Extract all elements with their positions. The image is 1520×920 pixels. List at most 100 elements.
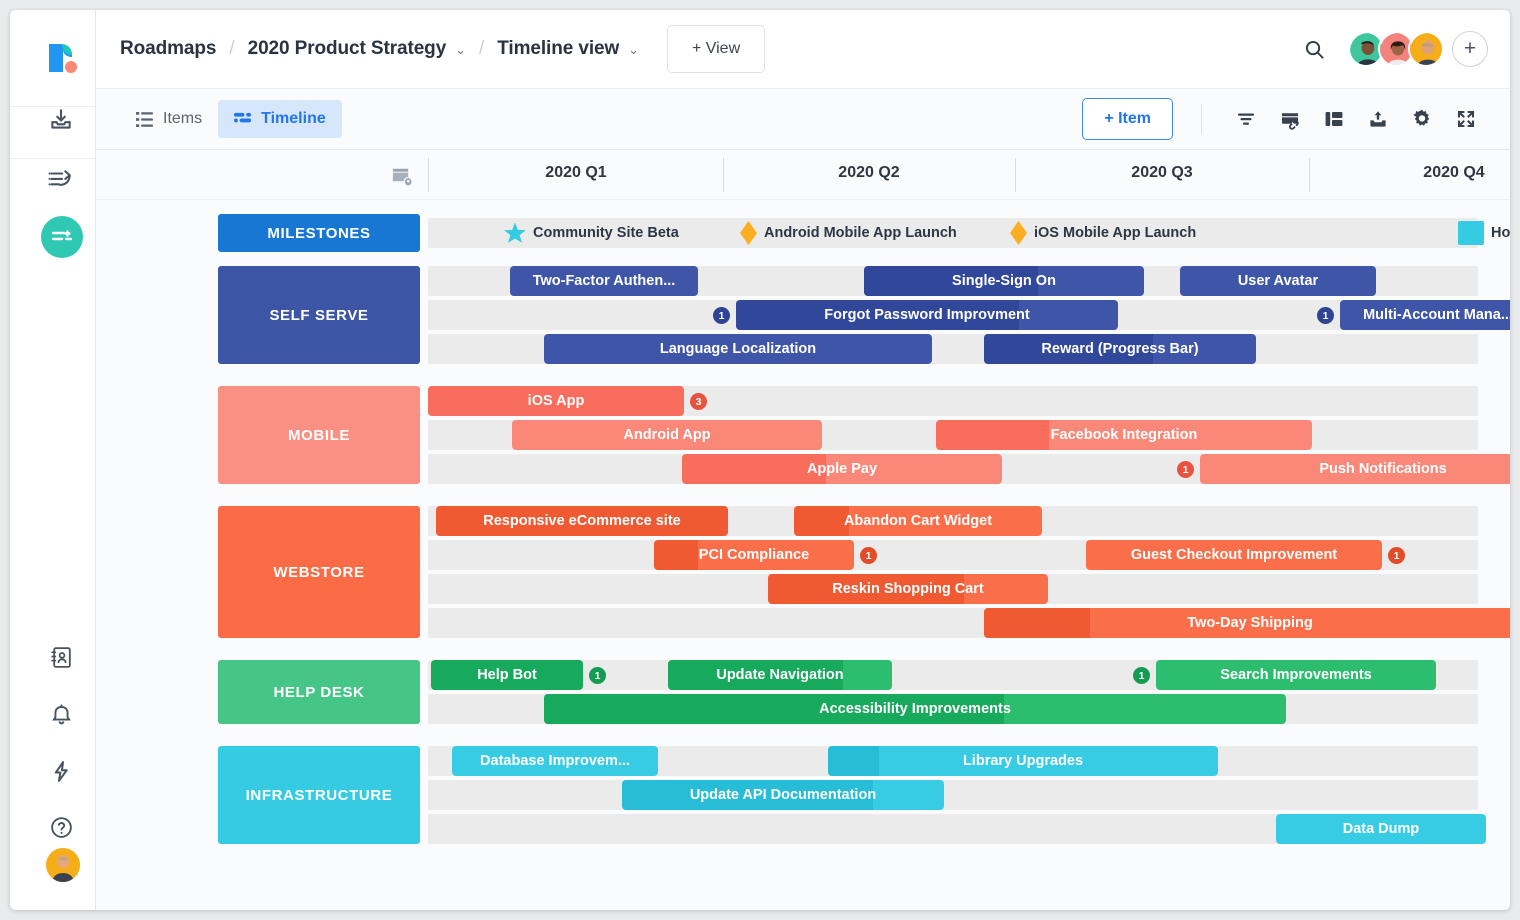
timeline-bar[interactable]: Two-Factor Authen... [510, 266, 698, 296]
milestone-community-site-beta[interactable]: Community Site Beta [504, 218, 679, 248]
bar-dependency-badge[interactable]: 1 [860, 547, 877, 564]
timeline-bar[interactable]: Search Improvements [1156, 660, 1436, 690]
timeline-bar[interactable]: Android App [512, 420, 822, 450]
header-right-group: + [1303, 31, 1488, 67]
contacts-book-icon[interactable] [39, 635, 83, 679]
timeline-bar[interactable]: Single-Sign On [864, 266, 1144, 296]
timeline-bar[interactable]: Update Navigation [668, 660, 892, 690]
avatar-member-3[interactable] [1408, 31, 1444, 67]
toolbar-actions: + Item [1082, 98, 1488, 140]
calendar-settings-icon[interactable] [390, 164, 413, 192]
milestone-android-launch[interactable]: Android Mobile App Launch [740, 218, 957, 248]
bar-dependency-badge[interactable]: 1 [589, 667, 606, 684]
bar-dependency-badge[interactable]: 1 [1177, 461, 1194, 478]
bar-dependency-badge[interactable]: 1 [713, 307, 730, 324]
tab-items[interactable]: Items [120, 100, 218, 138]
timeline-row: PCI Compliance 1 Guest Checkout Improvemen… [428, 540, 1478, 570]
timeline-bar[interactable]: Reskin Shopping Cart [768, 574, 1048, 604]
timeline-bar[interactable]: Abandon Cart Widget [794, 506, 1042, 536]
timeline-bar[interactable]: Data Dump [1276, 814, 1486, 844]
search-icon[interactable] [1303, 38, 1326, 61]
timeline-bar[interactable]: Forgot Password Improvment [736, 300, 1118, 330]
breadcrumb-view[interactable]: Timeline view ⌄ [497, 38, 639, 60]
milestone-holiday[interactable]: Holiday [1458, 218, 1510, 248]
timeline-canvas: 2020 Q1 2020 Q2 2020 Q3 2020 Q4 MILESTON… [96, 150, 1510, 910]
bar-label: Two-Factor Authen... [525, 273, 684, 289]
add-view-button[interactable]: + View [667, 25, 765, 73]
timeline-bar[interactable]: Database Improvem... [452, 746, 658, 776]
bar-dependency-badge[interactable]: 1 [1317, 307, 1334, 324]
toolbar-divider [1201, 104, 1202, 134]
bar-label: Update API Documentation [682, 787, 884, 803]
timeline-bar[interactable]: Responsive eCommerce site [436, 506, 728, 536]
timeline-bar[interactable]: Two-Day Shipping [984, 608, 1510, 638]
diamond-icon-android [740, 221, 757, 245]
add-member-button[interactable]: + [1452, 31, 1488, 67]
swimlane-help-desk: HELP DESKHelp Bot1Update NavigationSearc… [96, 660, 1510, 732]
inbox-download-icon[interactable] [39, 98, 83, 142]
timeline-bar[interactable]: Library Upgrades [828, 746, 1218, 776]
chevron-down-icon-2[interactable]: ⌄ [628, 42, 639, 57]
milestone-label-0: Community Site Beta [533, 225, 679, 241]
list-redo-icon[interactable] [39, 158, 83, 202]
quarter-tick-1 [723, 158, 724, 192]
help-circle-icon[interactable] [39, 805, 83, 849]
timeline-bar[interactable]: Reward (Progress Bar) [984, 334, 1256, 364]
swimlane-label: SELF SERVE [218, 266, 420, 364]
milestone-track: Community Site Beta Android Mobile App L… [428, 218, 1478, 248]
timeline-bar[interactable]: Facebook Integration [936, 420, 1312, 450]
user-avatar[interactable] [46, 848, 80, 882]
fullscreen-icon[interactable] [1444, 99, 1488, 139]
swimlane-label: MOBILE [218, 386, 420, 484]
layout-panel-icon[interactable] [1312, 99, 1356, 139]
timeline-bar[interactable]: Guest Checkout Improvement [1086, 540, 1382, 570]
bar-dependency-badge[interactable]: 3 [690, 393, 707, 410]
bar-dependency-badge[interactable]: 1 [1388, 547, 1405, 564]
bar-label: Push Notifications [1311, 461, 1454, 477]
bar-label: Library Upgrades [955, 753, 1091, 769]
bar-dependency-badge[interactable]: 1 [1133, 667, 1150, 684]
breadcrumb-view-label: Timeline view [497, 38, 619, 59]
timeline-bar[interactable]: Accessibility Improvements [544, 694, 1286, 724]
milestone-label-1: Android Mobile App Launch [764, 225, 957, 241]
timeline-bar[interactable]: User Avatar [1180, 266, 1376, 296]
milestone-ios-launch[interactable]: iOS Mobile App Launch [1010, 218, 1196, 248]
tab-timeline[interactable]: Timeline [218, 100, 342, 138]
bar-label: Data Dump [1335, 821, 1428, 837]
left-rail [10, 10, 96, 910]
swimlane-webstore: WEBSTOREResponsive eCommerce siteAbandon… [96, 506, 1510, 646]
bar-label: Forgot Password Improvment [816, 307, 1037, 323]
timeline-bar[interactable]: Apple Pay [682, 454, 1002, 484]
timeline-bar[interactable]: Update API Documentation [622, 780, 944, 810]
bar-label: Reward (Progress Bar) [1033, 341, 1206, 357]
bar-label: User Avatar [1230, 273, 1326, 289]
add-item-button[interactable]: + Item [1082, 98, 1173, 140]
bar-label: Database Improvem... [472, 753, 638, 769]
timeline-row: Update API Documentation [428, 780, 1478, 810]
quarter-label-q1: 2020 Q1 [476, 164, 676, 182]
timeline-row: Accessibility Improvements [428, 694, 1478, 724]
timeline-bar[interactable]: Help Bot [431, 660, 583, 690]
lightning-icon[interactable] [39, 749, 83, 793]
milestone-lane-label: MILESTONES [218, 214, 420, 252]
bar-label: Multi-Account Mana... [1355, 307, 1510, 323]
timeline-bar[interactable]: iOS App [428, 386, 684, 416]
roadmunk-logo-icon[interactable] [41, 38, 81, 78]
timeline-row: Android App Facebook Integration [428, 420, 1478, 450]
breadcrumb-project[interactable]: 2020 Product Strategy⌄ [248, 38, 466, 60]
timeline-bar[interactable]: Multi-Account Mana... [1340, 300, 1510, 330]
sidebar-item-roadmaps[interactable] [41, 216, 83, 258]
swimlane-self-serve: SELF SERVE Two-Factor Authen... Single-Sig… [96, 266, 1510, 372]
chevron-down-icon[interactable]: ⌄ [455, 42, 466, 57]
timeline-bar[interactable]: Language Localization [544, 334, 932, 364]
breadcrumb-roadmaps[interactable]: Roadmaps [120, 38, 216, 60]
gear-icon[interactable] [1400, 99, 1444, 139]
bell-icon[interactable] [39, 692, 83, 736]
timeline-bar[interactable]: Push Notifications [1200, 454, 1510, 484]
timeline-bar[interactable]: PCI Compliance [654, 540, 854, 570]
bar-progress-fill [936, 420, 1049, 450]
timeline-row: Database Improvem... Library Upgrades [428, 746, 1478, 776]
tag-link-icon[interactable] [1268, 99, 1312, 139]
filter-icon[interactable] [1224, 99, 1268, 139]
upload-icon[interactable] [1356, 99, 1400, 139]
